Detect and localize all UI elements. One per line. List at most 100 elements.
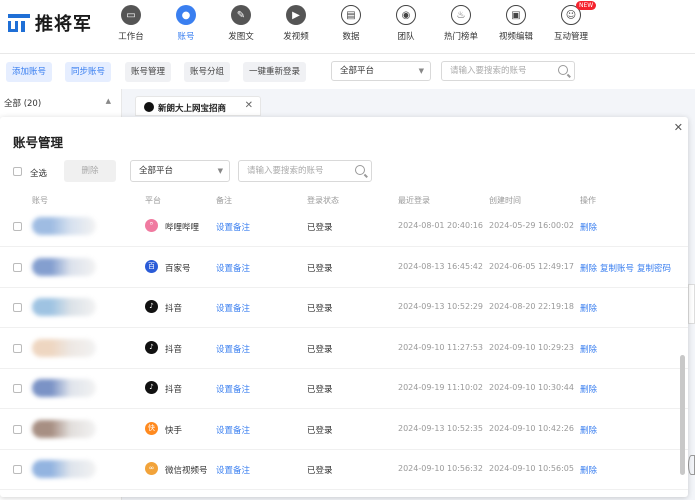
account-toolbar: 添加账号 同步账号 账号管理 账号分组 一键重新登录 全部平台 ▼ 请输入要搜索…: [0, 54, 695, 89]
dialog-platform-select[interactable]: 全部平台 ▼: [130, 160, 230, 182]
account-group-button[interactable]: 账号分组: [184, 62, 231, 82]
created-time: 2024-06-05 12:49:17: [489, 261, 574, 271]
delete-link[interactable]: 删除: [580, 262, 597, 274]
platform-name: 抖音: [165, 385, 183, 395]
platform-select[interactable]: 全部平台 ▼: [331, 61, 431, 81]
login-status: 已登录: [307, 385, 333, 395]
dialog-title: 账号管理: [13, 135, 64, 150]
new-badge: NEW: [576, 1, 597, 10]
nav-label: 团队: [397, 32, 415, 42]
delete-link[interactable]: 删除: [580, 383, 597, 395]
main-nav: ▭ 工作台 ● 账号 ✎ 发图文 ▶ 发视频 ▤ 数据 ◉ 团队 ♨ 热门榜单 ▣ 视频编辑 ☺ 互动管理 NEW: [108, 1, 603, 42]
platform-name: 百家号: [165, 263, 191, 274]
delete-link[interactable]: 删除: [580, 302, 597, 314]
search-placeholder: 请输入要搜索的账号: [450, 66, 527, 76]
select-all-checkbox[interactable]: [13, 167, 22, 176]
caret-up-icon[interactable]: ▲: [106, 97, 111, 105]
table-row: ♪ 抖音 设置备注 已登录 2024-09-13 10:52:29 2024-08-20 …: [0, 288, 688, 328]
account-avatar-blurred: [32, 460, 96, 478]
created-time: 2024-08-20 22:19:18: [489, 302, 574, 311]
account-manage-button[interactable]: 账号管理: [125, 62, 172, 82]
copy-password-link[interactable]: 复制密码: [637, 262, 671, 274]
top-navigation: 推将军 ▭ 工作台 ● 账号 ✎ 发图文 ▶ 发视频 ▤ 数据 ◉ 团队 ♨ 热门榜单 ▣ 视频编辑 ☺ 互动管理…: [0, 0, 695, 54]
open-account-tab[interactable]: 新朗大上网宝招商 ✕: [135, 96, 261, 116]
set-remark-link[interactable]: 设置备注: [216, 424, 250, 436]
delete-link[interactable]: 删除: [580, 464, 597, 476]
scrollbar-thumb[interactable]: [680, 355, 685, 475]
table-row: 百百家号 设置备注 已登录 2024-08-13 16:45:42 2024-06-05…: [0, 248, 688, 288]
nav-item-6[interactable]: ♨ 热门榜单: [438, 5, 484, 42]
login-status: 已登录: [307, 223, 333, 233]
column-header-last-login: 最近登录: [398, 196, 430, 205]
nav-item-2[interactable]: ✎ 发图文: [218, 5, 264, 42]
set-remark-link[interactable]: 设置备注: [216, 302, 250, 314]
account-search-input[interactable]: 请输入要搜索的账号: [441, 61, 575, 81]
copy-account-link[interactable]: 复制账号: [600, 262, 634, 274]
row-checkbox[interactable]: [13, 343, 22, 353]
set-remark-link[interactable]: 设置备注: [216, 383, 250, 395]
nav-label: 发视频: [283, 32, 309, 42]
delete-link[interactable]: 删除: [580, 221, 597, 233]
logo-icon: [8, 12, 30, 34]
sync-account-button[interactable]: 同步账号: [65, 62, 112, 82]
nav-item-7[interactable]: ▣ 视频编辑: [493, 5, 539, 42]
column-header-created: 创建时间: [489, 196, 521, 205]
delete-button[interactable]: 删除: [64, 160, 116, 182]
dialog-search-input[interactable]: 请输入要搜索的账号: [238, 160, 372, 182]
set-remark-link[interactable]: 设置备注: [216, 464, 250, 476]
douyin-icon: ♪: [145, 381, 158, 394]
chevron-down-icon: ▼: [418, 67, 424, 75]
created-time: 2024-09-10 10:56:05: [489, 464, 574, 473]
nav-label: 热门榜单: [443, 32, 478, 42]
monitor-icon: ▭: [121, 5, 141, 25]
nav-label: 视频编辑: [498, 32, 533, 42]
delete-link[interactable]: 删除: [580, 343, 597, 355]
user-icon: ●: [176, 5, 196, 25]
row-checkbox[interactable]: [13, 303, 22, 312]
row-checkbox[interactable]: [13, 262, 22, 272]
delete-link[interactable]: 删除: [580, 424, 597, 436]
app-logo[interactable]: 推将军: [8, 10, 92, 36]
close-icon[interactable]: ✕: [245, 100, 253, 111]
baijiahao-icon: 百: [145, 259, 158, 273]
nav-item-3[interactable]: ▶ 发视频: [273, 5, 319, 42]
chart-icon: ▤: [341, 5, 361, 25]
add-account-button[interactable]: 添加账号: [6, 62, 53, 82]
douyin-icon: ♪: [145, 340, 158, 354]
last-login-time: 2024-09-10 11:27:53: [398, 342, 483, 352]
douyin-icon: ♪: [145, 300, 158, 313]
nav-label: 账号: [177, 32, 195, 42]
set-remark-link[interactable]: 设置备注: [216, 343, 250, 355]
column-header-login-status: 登录状态: [307, 196, 339, 205]
nav-item-0[interactable]: ▭ 工作台: [108, 5, 154, 42]
nav-item-5[interactable]: ◉ 团队: [383, 5, 429, 42]
account-avatar-blurred: [32, 217, 96, 235]
search-icon[interactable]: [355, 165, 365, 175]
row-checkbox[interactable]: [13, 384, 22, 393]
last-login-time: 2024-08-13 16:45:42: [398, 261, 483, 271]
floating-handle[interactable]: [688, 455, 695, 475]
set-remark-link[interactable]: 设置备注: [216, 262, 250, 274]
account-avatar-blurred: [32, 379, 96, 397]
fire-icon: ♨: [451, 5, 471, 25]
login-status: 已登录: [307, 304, 333, 314]
set-remark-link[interactable]: 设置备注: [216, 221, 250, 233]
row-checkbox[interactable]: [13, 424, 22, 434]
play-icon: ▶: [286, 5, 306, 25]
relogin-all-button[interactable]: 一键重新登录: [243, 62, 307, 82]
platform-name: 抖音: [165, 344, 183, 355]
row-checkbox[interactable]: [13, 222, 22, 231]
all-accounts-group[interactable]: 全部 (20): [4, 97, 41, 109]
nav-label: 数据: [342, 32, 360, 42]
login-status: 已登录: [307, 425, 333, 436]
search-icon[interactable]: [558, 65, 568, 75]
select-all-label: 全选: [30, 169, 48, 179]
nav-item-1[interactable]: ● 账号: [163, 5, 209, 42]
created-time: 2024-09-10 10:29:23: [489, 342, 574, 352]
close-icon[interactable]: ✕: [674, 121, 683, 134]
table-row: ᴮ 哔哩哔哩 设置备注 已登录 2024-08-01 20:40:16 2024-05-2…: [0, 207, 688, 247]
row-checkbox[interactable]: [13, 465, 22, 474]
nav-item-8[interactable]: ☺ 互动管理 NEW: [548, 1, 597, 42]
nav-item-4[interactable]: ▤ 数据: [328, 5, 374, 42]
douyin-icon: [144, 102, 154, 112]
